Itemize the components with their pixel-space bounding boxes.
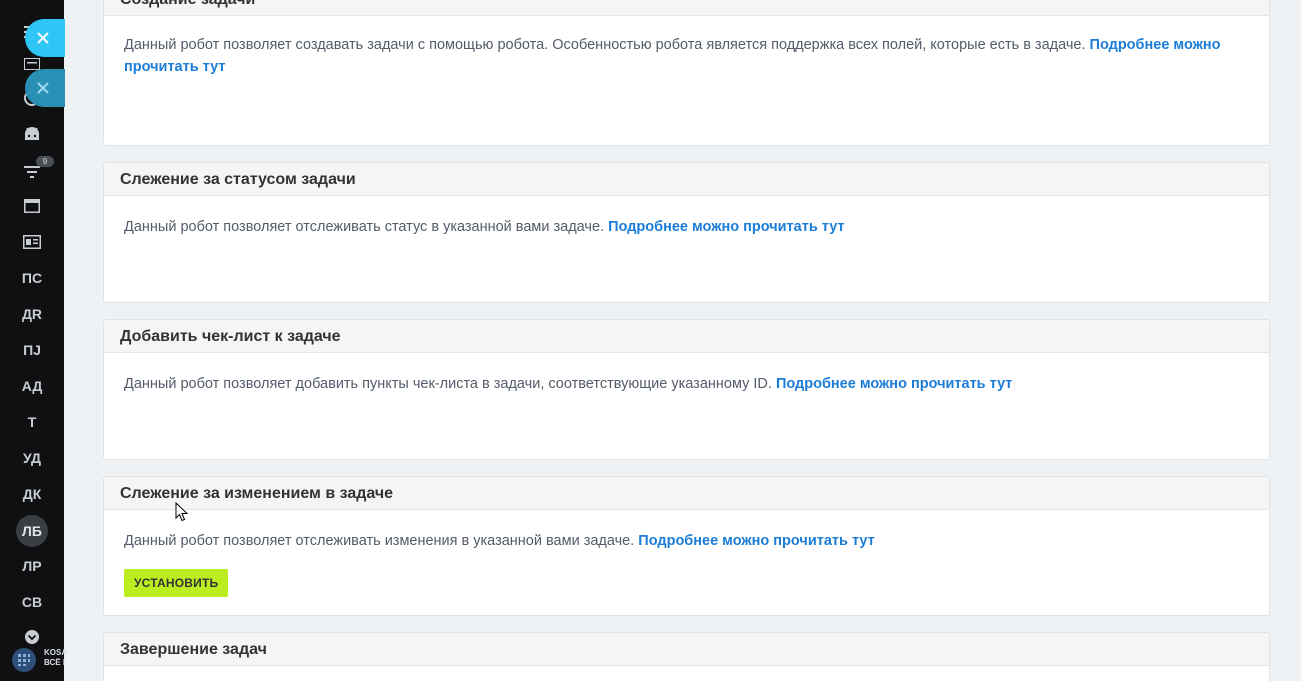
- card-title: Создание задачи: [104, 0, 1269, 16]
- browser-icon[interactable]: [22, 196, 42, 216]
- sidebar-item-lr[interactable]: ЛР: [0, 556, 64, 576]
- chevron-down-icon[interactable]: [22, 627, 42, 647]
- sidebar-item-ps[interactable]: ПС: [0, 268, 64, 288]
- card-title: Завершение задач: [104, 633, 1269, 666]
- mouse-cursor-icon: [175, 502, 189, 522]
- card-description: Данный робот позволяет отслеживать стату…: [124, 219, 845, 235]
- robot-card-status-tracking: Слежение за статусом задачи Данный робот…: [103, 162, 1270, 303]
- card-description: Данный робот позволяет добавить пункты ч…: [124, 376, 1013, 392]
- card-title: Слежение за статусом задачи: [104, 163, 1269, 196]
- robot-card-add-checklist: Добавить чек-лист к задаче Данный робот …: [103, 319, 1270, 460]
- card-title: Слежение за изменением в задаче: [104, 477, 1269, 510]
- contact-card-icon[interactable]: [22, 232, 42, 252]
- filter-count-badge: 9: [36, 156, 54, 167]
- close-slider-button-secondary[interactable]: [25, 69, 65, 107]
- robot-card-complete-tasks: Завершение задач: [103, 632, 1270, 681]
- sidebar-footer[interactable]: KOSA ВСЁ I: [10, 646, 66, 674]
- more-info-link[interactable]: Подробнее можно прочитать тут: [638, 533, 874, 549]
- more-info-link[interactable]: Подробнее можно прочитать тут: [776, 376, 1012, 392]
- sidebar-item-sv[interactable]: СВ: [0, 592, 64, 612]
- robot-card-change-tracking: Слежение за изменением в задаче Данный р…: [103, 476, 1270, 616]
- more-info-link[interactable]: Подробнее можно прочитать тут: [608, 219, 844, 235]
- close-icon: [37, 28, 49, 49]
- sidebar-item-t[interactable]: Т: [0, 412, 64, 432]
- company-logo-icon: [12, 648, 36, 672]
- android-icon[interactable]: [22, 124, 42, 144]
- footer-company-text: KOSA ВСЁ I: [44, 648, 66, 667]
- close-icon: [37, 78, 49, 99]
- card-title: Добавить чек-лист к задаче: [104, 320, 1269, 353]
- card-description: Данный робот позволяет создавать задачи …: [124, 37, 1221, 75]
- install-button[interactable]: УСТАНОВИТЬ: [124, 569, 229, 597]
- sidebar-item-lb[interactable]: ЛБ: [16, 515, 48, 547]
- robot-card-create-task: Создание задачи Данный робот позволяет с…: [103, 0, 1270, 146]
- sidebar-item-dr[interactable]: ДR: [0, 304, 64, 324]
- card-description: Данный робот позволяет отслеживать измен…: [104, 510, 1269, 597]
- sidebar-item-pj[interactable]: ПЈ: [0, 340, 64, 360]
- sidebar-item-ad[interactable]: АД: [0, 376, 64, 396]
- close-slider-button[interactable]: [25, 19, 65, 57]
- sidebar-item-ud[interactable]: УД: [0, 448, 64, 468]
- sidebar-item-dk[interactable]: ДК: [0, 484, 64, 504]
